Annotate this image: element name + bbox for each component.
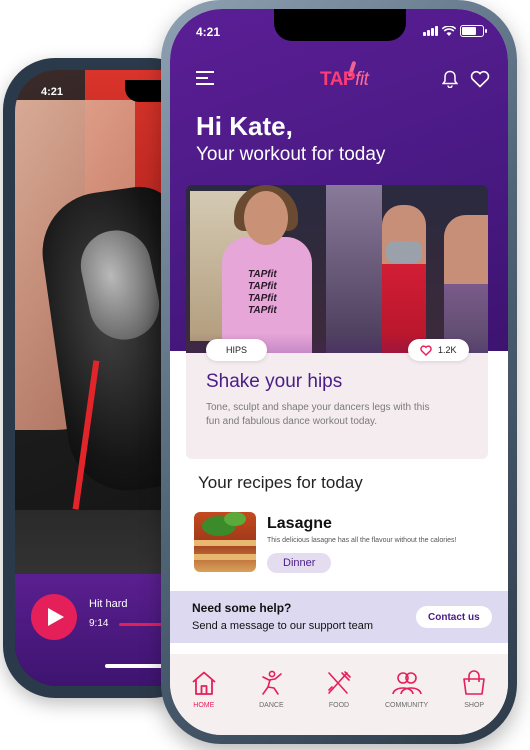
instructor-face <box>244 191 288 245</box>
nav-label: COMMUNITY <box>384 702 429 709</box>
recipe-image[interactable] <box>194 512 256 572</box>
recipes-heading: Your recipes for today <box>198 473 363 492</box>
shirt-print: TAPfit TAPfit TAPfit TAPfit <box>248 269 277 316</box>
wifi-icon <box>442 25 456 36</box>
status-time: 4:21 <box>196 25 221 39</box>
play-button[interactable] <box>31 594 77 640</box>
bell-icon[interactable] <box>442 70 458 88</box>
heart-icon <box>420 344 432 356</box>
nav-label: DANCE <box>259 702 284 709</box>
stage-column <box>326 185 382 353</box>
recipe-tag[interactable]: Dinner <box>267 553 332 573</box>
shop-icon <box>463 670 485 695</box>
recipe-title[interactable]: Lasagne <box>267 515 332 533</box>
menu-icon[interactable] <box>196 71 214 85</box>
logo-main: TAP <box>320 69 356 90</box>
food-icon <box>328 671 351 694</box>
workout-image: TAPfit TAPfit TAPfit TAPfit <box>186 185 488 353</box>
foreground-phone: 4:21 TAPfit Hi Kate, Your workout for to… <box>161 0 517 744</box>
logo-accent: fit <box>355 69 369 90</box>
nav-label: FOOD <box>328 702 350 709</box>
workout-card[interactable]: TAPfit TAPfit TAPfit TAPfit HIPS 1.2K Sh… <box>186 185 488 459</box>
like-button[interactable]: 1.2K <box>408 339 469 361</box>
workout-title[interactable]: Shake your hips <box>206 371 342 393</box>
app-logo: TAPfit <box>320 69 369 91</box>
favorites-heart-icon[interactable] <box>470 70 490 88</box>
app-screen: 4:21 TAPfit Hi Kate, Your workout for to… <box>170 9 508 735</box>
help-banner: Need some help? Send a message to our su… <box>170 591 508 643</box>
contact-us-button[interactable]: Contact us <box>416 606 492 628</box>
status-icons <box>423 25 487 37</box>
nav-label: SHOP <box>464 702 485 709</box>
workout-tag[interactable]: HIPS <box>206 339 268 361</box>
help-subtitle: Send a message to our support team <box>192 620 373 632</box>
phone-notch <box>274 9 406 41</box>
dance-icon <box>262 670 283 695</box>
bottom-nav: HOME DANCE FOOD COMMUNITY SHOP <box>170 654 508 735</box>
nav-item-community[interactable]: COMMUNITY <box>373 654 441 735</box>
recipe-description: This delicious lasagne has all the flavo… <box>267 537 457 544</box>
greeting-subtitle: Your workout for today <box>196 144 386 165</box>
home-icon <box>192 671 216 695</box>
nav-item-dance[interactable]: DANCE <box>238 654 306 735</box>
background-status-time: 4:21 <box>41 86 64 98</box>
like-count: 1.2K <box>438 345 457 355</box>
track-time: 9:14 <box>89 618 109 629</box>
nav-item-food[interactable]: FOOD <box>305 654 373 735</box>
community-icon <box>391 672 422 695</box>
background-dancer-top <box>386 241 422 263</box>
greeting-title: Hi Kate, <box>196 111 293 141</box>
nav-item-shop[interactable]: SHOP <box>440 654 508 735</box>
background-dancer <box>382 205 426 353</box>
play-icon <box>48 608 64 626</box>
help-title: Need some help? <box>192 601 292 615</box>
battery-icon <box>460 25 487 37</box>
nav-item-home[interactable]: HOME <box>170 654 238 735</box>
nav-label: HOME <box>193 702 215 709</box>
workout-description: Tone, sculpt and shape your dancers legs… <box>206 402 430 427</box>
signal-icon <box>423 26 438 36</box>
track-title: Hit hard <box>89 598 128 610</box>
